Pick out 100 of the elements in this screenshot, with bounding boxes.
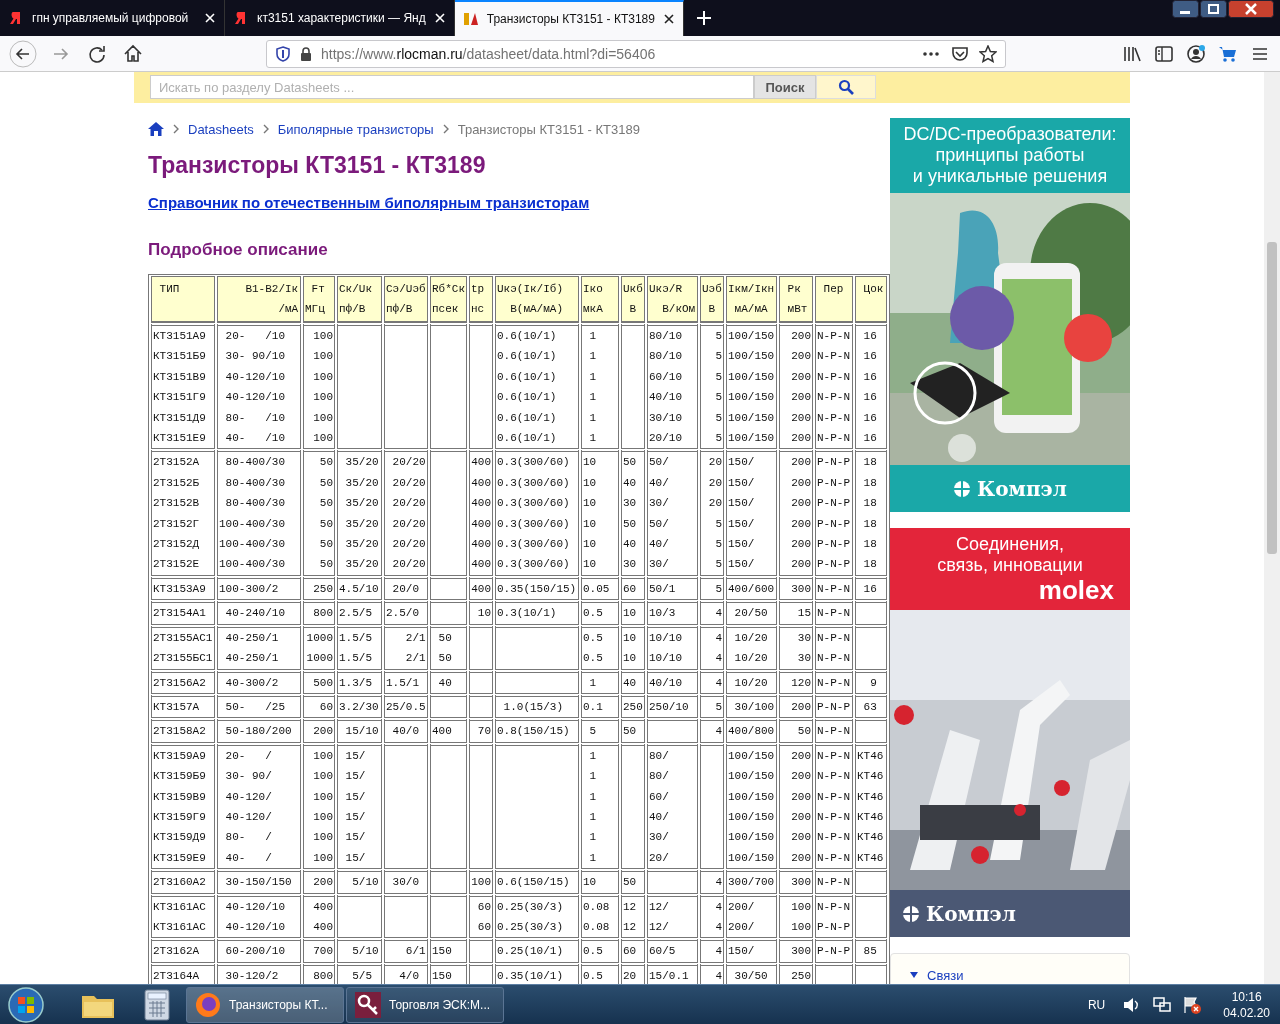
table-cell: 10/10 (647, 623, 698, 649)
table-cell: 100-400/30 (217, 513, 301, 535)
table-cell: 1 (581, 766, 619, 787)
flag-icon[interactable] (1183, 995, 1202, 1014)
table-cell: 35/20 (337, 534, 382, 555)
table-cell: P-N-P (815, 534, 853, 555)
table-cell: 0.5 (581, 599, 619, 624)
column-header: Пер (815, 276, 853, 322)
table-cell: 2Т3152Б (151, 472, 215, 494)
table-cell: 300 (779, 868, 813, 893)
table-cell: 50 (430, 648, 467, 669)
close-icon[interactable] (662, 13, 675, 25)
table-cell: 5 (700, 513, 724, 535)
table-cell: 60 (469, 916, 493, 938)
breadcrumb-link[interactable]: Биполярные транзисторы (277, 121, 434, 137)
table-cell: 100 (303, 766, 335, 787)
table-cell: 200 (779, 322, 813, 347)
table-cell: 300/700 (726, 868, 777, 893)
start-button-icon[interactable] (6, 984, 46, 1024)
table-cell: 2Т3156А2 (151, 668, 215, 693)
table-cell: 1 (581, 322, 619, 347)
taskbar-button[interactable]: Торговля ЭСК:М... (346, 986, 504, 1023)
advertisement[interactable]: Соединения, связь, инновации molex Компэл (890, 528, 1130, 937)
table-cell: 40 (621, 534, 645, 555)
bookmark-star-icon[interactable] (979, 44, 997, 63)
column-header: Iко мкА (581, 276, 619, 322)
network-icon[interactable] (1153, 996, 1172, 1013)
table-cell: 20/0 (384, 574, 428, 600)
table-cell: 200 (779, 554, 813, 575)
table-cell: 35/20 (337, 493, 382, 514)
search-button[interactable]: Поиск (754, 75, 816, 99)
taskbar-button[interactable]: Транзисторы КТ... (186, 986, 344, 1023)
table-cell: 200 (779, 387, 813, 408)
table-cell: 30 (779, 623, 813, 649)
table-cell: 250 (303, 574, 335, 600)
search-icon-button[interactable] (816, 75, 876, 99)
table-cell: 200 (779, 741, 813, 767)
table-cell: 1000 (303, 648, 335, 669)
table-cell: 40- / (217, 847, 301, 869)
table-cell: 15/ (337, 786, 382, 807)
language-indicator[interactable]: RU (1087, 997, 1106, 1012)
calculator-icon[interactable] (144, 988, 170, 1021)
sidebar-icon[interactable] (1154, 43, 1174, 64)
table-cell: 0.6(10/1) (495, 387, 579, 408)
scrollbar[interactable] (1264, 72, 1280, 984)
ad-headline: DC/DC-преобразователи: (902, 124, 1118, 145)
back-icon[interactable] (9, 39, 37, 68)
table-cell: 40/ (647, 472, 698, 494)
table-cell: 15 (779, 599, 813, 624)
maximize-icon[interactable] (1200, 0, 1227, 18)
column-header: Uэб В (700, 276, 724, 322)
table-cell: 20/20 (384, 493, 428, 514)
table-cell: 2Т3160А2 (151, 868, 215, 893)
table-cell: КТ3159В9 (151, 786, 215, 807)
table-cell: 60/5 (647, 937, 698, 962)
table-cell: 6/1 (384, 937, 428, 962)
table-cell: 16 (855, 346, 887, 367)
table-cell: 30/ (647, 493, 698, 514)
table-cell: 1 (581, 786, 619, 807)
table-cell: 30-150/150 (217, 868, 301, 893)
table-cell: 50-180/200 (217, 717, 301, 742)
table-cell: 5 (700, 346, 724, 367)
table-cell: 2Т3154А1 (151, 599, 215, 624)
table-cell: 1 (581, 428, 619, 449)
table-cell: КТ3159Д9 (151, 827, 215, 848)
table-cell: P-N-P (815, 513, 853, 535)
side-link[interactable]: Связи (927, 967, 964, 983)
address-bar[interactable]: https://www.rlocman.ru/datasheet/data.html?di=56406 (266, 39, 1006, 68)
table-cell: 4 (700, 868, 724, 893)
search-field[interactable]: Искать по разделу Datasheets ... (150, 75, 754, 99)
table-cell: 60 (469, 892, 493, 917)
new-tab-icon[interactable] (695, 10, 712, 26)
table-cell: 100 (303, 428, 335, 449)
table-cell: 0.25(30/3) (495, 892, 579, 917)
minimize-icon[interactable] (1172, 0, 1199, 18)
table-cell: 50 (303, 472, 335, 494)
table-cell: КТ3153А9 (151, 574, 215, 600)
clock[interactable]: 10:16 04.02.20 (1223, 988, 1270, 1021)
shield-icon (275, 45, 291, 62)
account-icon[interactable] (1186, 43, 1206, 64)
home-icon[interactable] (148, 122, 164, 136)
browser-icon (195, 991, 221, 1018)
table-cell: 10 (581, 472, 619, 494)
table-cell: 5 (700, 366, 724, 388)
table-cell: 100-400/30 (217, 554, 301, 575)
table-cell: 10 (581, 868, 619, 893)
caret-icon (909, 971, 919, 979)
table-cell: 40/ (647, 806, 698, 828)
browser-tab[interactable]: Транзисторы КТ3151 - КТ3189 (454, 0, 684, 36)
table-cell: 10 (581, 554, 619, 575)
table-cell: 3.2/30 (337, 692, 382, 718)
close-icon[interactable] (1228, 0, 1274, 18)
breadcrumb-link[interactable]: Datasheets (188, 121, 254, 137)
table-cell: 100 (779, 916, 813, 938)
reference-link[interactable]: Справочник по отечественным биполярным транзисторам (148, 194, 590, 211)
column-header: ТИП (151, 276, 215, 322)
table-cell: 80/ (647, 741, 698, 767)
scroll-thumb[interactable] (1267, 242, 1277, 554)
pocket-icon[interactable] (951, 45, 969, 62)
table-cell: N-P-N (815, 366, 853, 388)
